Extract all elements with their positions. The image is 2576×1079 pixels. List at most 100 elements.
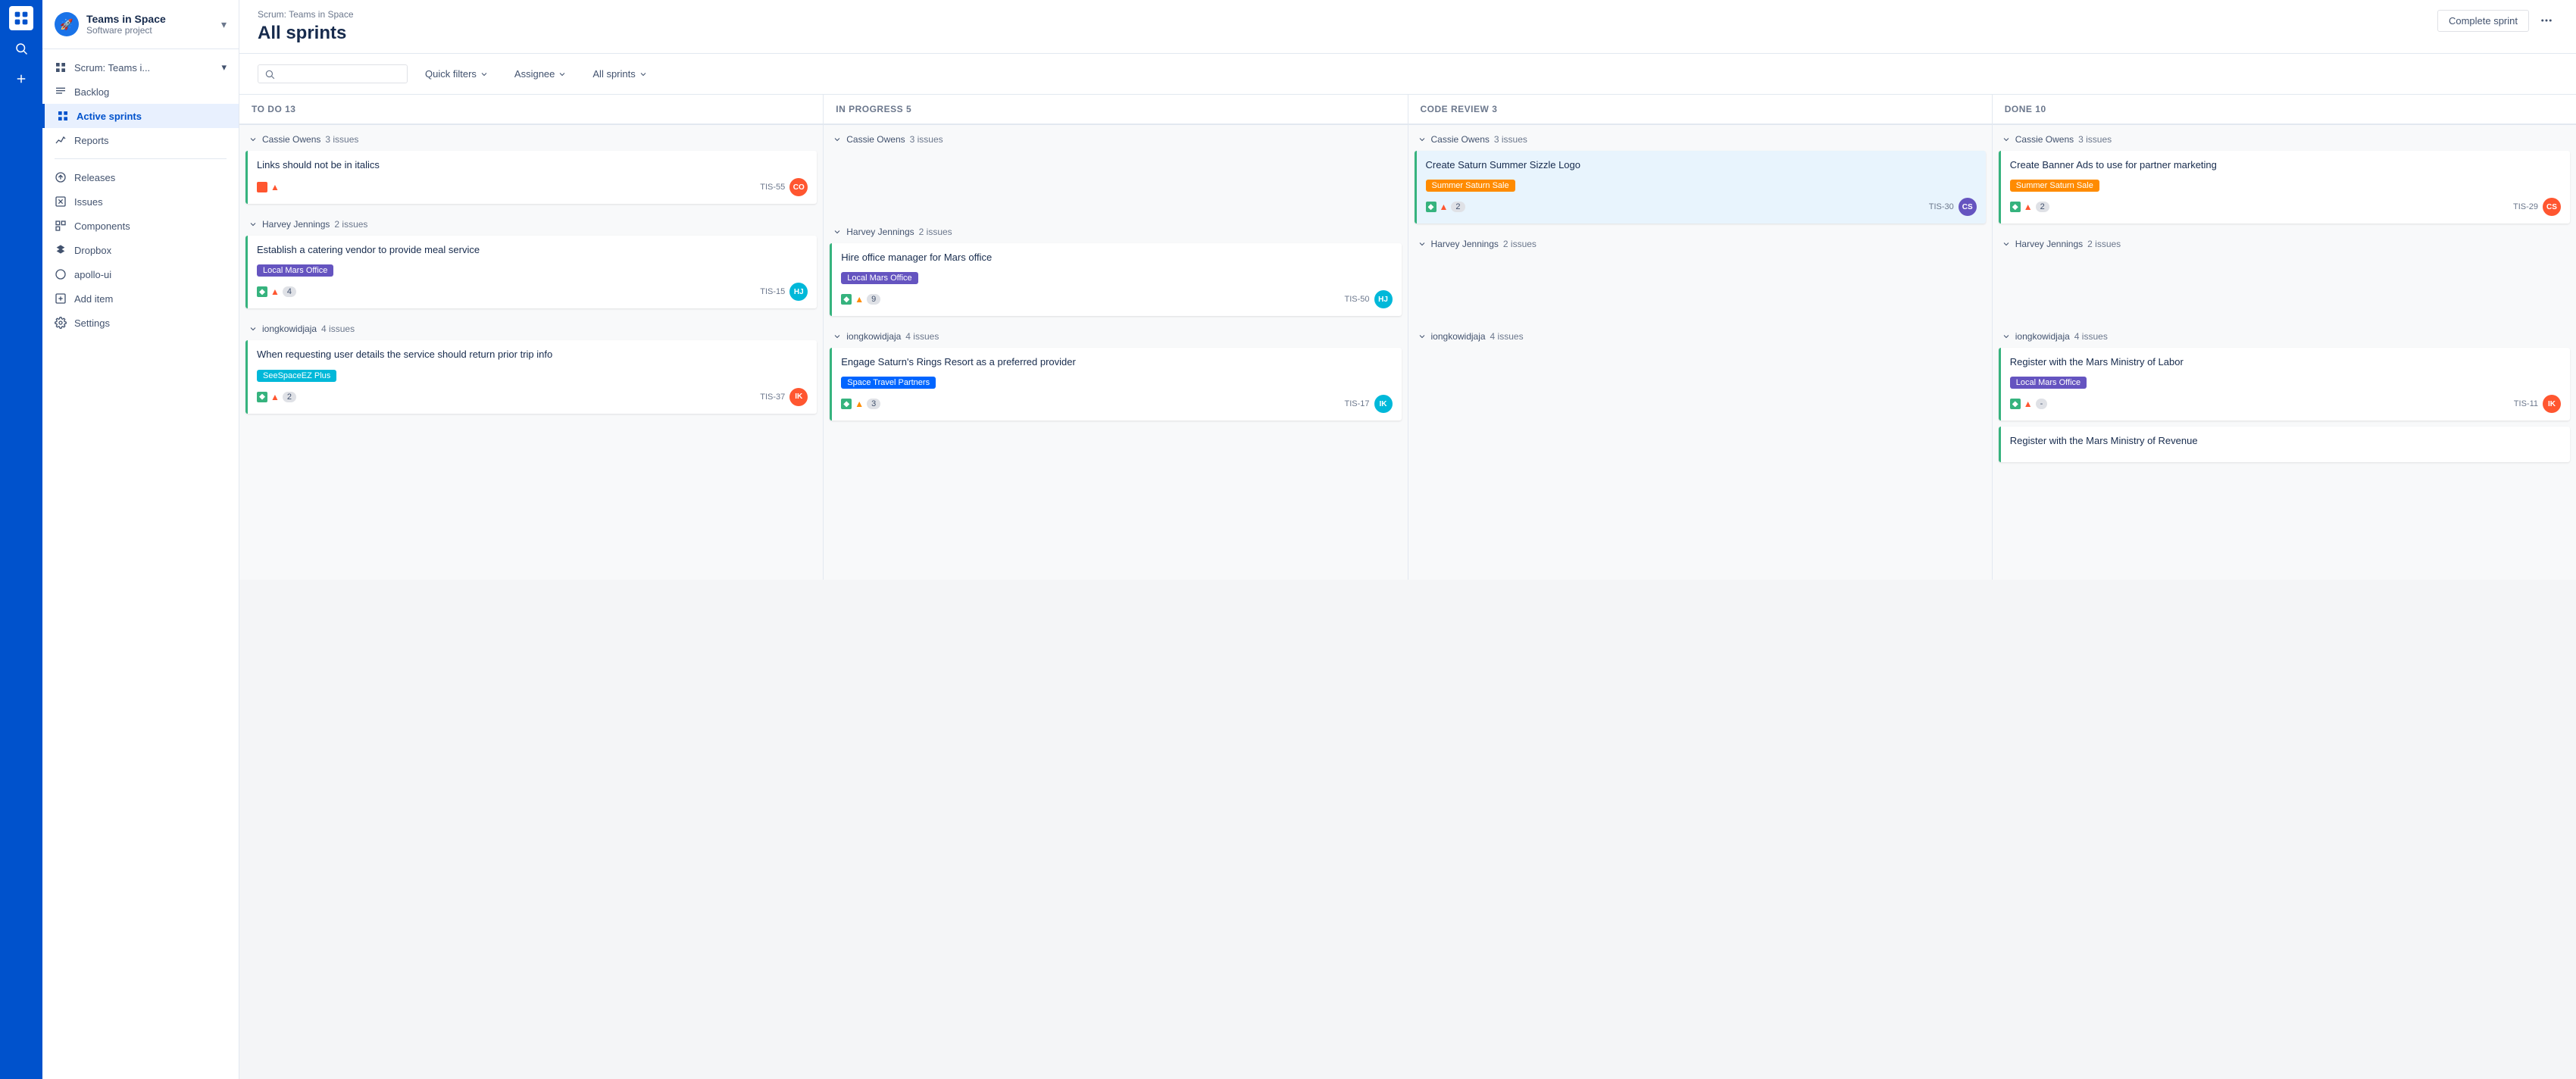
group-harvey-done: Harvey Jennings 2 issues [1999,236,2570,316]
priority-tis15: ▲ [270,286,280,297]
col-header-todo: TO DO 13 [239,95,824,124]
card-tis37-icons: ▲ 2 [257,392,755,402]
group-harvey-codereview: Harvey Jennings 2 issues [1415,236,1986,316]
priority-tis17: ▲ [855,399,864,409]
count-tis37: 2 [283,392,296,402]
col-codereview: Cassie Owens 3 issues Create Saturn Summ… [1408,125,1993,580]
sidebar-item-reports[interactable]: Reports [42,128,239,152]
sidebar-item-releases[interactable]: Releases [42,165,239,189]
assignee-iong-inprogress-row[interactable]: iongkowidjaja 4 issues [830,328,1401,348]
add-icon[interactable] [9,67,33,91]
search-icon[interactable] [9,36,33,61]
assignee-button[interactable]: Assignee [506,63,575,85]
card-tis30-tag: Summer Saturn Sale [1426,180,1515,192]
project-logo: 🚀 [55,12,79,36]
breadcrumb: Scrum: Teams in Space [258,9,354,20]
group-chevron-harvey-ip [833,227,842,236]
card-tis15-tag: Local Mars Office [257,264,333,277]
iong-cr-count: 4 issues [1490,331,1524,342]
card-tis15-icons: ▲ 4 [257,286,755,297]
card-tis29-id: TIS-29 [2513,202,2538,211]
group-chevron-harvey [249,220,258,229]
count-tis15: 4 [283,286,296,297]
cassie-done-count: 3 issues [2078,134,2112,145]
complete-sprint-button[interactable]: Complete sprint [2437,10,2529,32]
count-tis17: 3 [867,399,880,409]
group-cassie-done: Cassie Owens 3 issues Create Banner Ads … [1999,131,2570,224]
avatar-tis30: CS [1959,198,1977,216]
main-content: Scrum: Teams in Space All sprints Comple… [239,0,2576,1079]
harvey-inprogress-count: 2 issues [919,227,952,237]
sidebar-item-scrum[interactable]: Scrum: Teams i... ▾ [42,55,239,80]
harvey-inprogress-name: Harvey Jennings [846,227,914,237]
assignee-harvey-inprogress-row[interactable]: Harvey Jennings 2 issues [830,224,1401,243]
cassie-inprogress-count: 3 issues [910,134,943,145]
assignee-harvey-row[interactable]: Harvey Jennings 2 issues [245,216,817,236]
card-tis17-icons: ▲ 3 [841,399,1340,409]
card-tis11: Register with the Mars Ministry of Labor… [1999,348,2570,421]
count-tis30: 2 [1451,202,1465,212]
sidebar-item-components[interactable]: Components [42,214,239,238]
group-cassie-codereview: Cassie Owens 3 issues Create Saturn Summ… [1415,131,1986,224]
harvey-cr-name: Harvey Jennings [1431,239,1499,249]
sidebar-divider [55,158,227,159]
all-sprints-button[interactable]: All sprints [584,63,655,85]
iong-cr-empty [1415,348,1986,408]
assignee-cassie-codereview-row[interactable]: Cassie Owens 3 issues [1415,131,1986,151]
assignee-iong-cr-row[interactable]: iongkowidjaja 4 issues [1415,328,1986,348]
sidebar-item-apollo[interactable]: apollo-ui [42,262,239,286]
assignee-cassie-inprogress-row[interactable]: Cassie Owens 3 issues [830,131,1401,151]
cassie-done-name: Cassie Owens [2015,134,2074,145]
col-todo: Cassie Owens 3 issues Links should not b… [239,125,824,580]
sidebar-item-active-sprints[interactable]: Active sprints [42,104,239,128]
board-area: TO DO 13 IN PROGRESS 5 CODE REVIEW 3 DON… [239,95,2576,1079]
card-tis11-id: TIS-11 [2514,399,2538,408]
cassie-inprogress-empty [830,151,1401,211]
group-chevron-cassie-cr [1418,135,1427,144]
story-icon-tis11 [2010,399,2021,409]
sidebar-item-backlog[interactable]: Backlog [42,80,239,104]
more-options-button[interactable] [2535,9,2558,32]
card-tis50-tag: Local Mars Office [841,272,918,284]
assignee-iong-row[interactable]: iongkowidjaja 4 issues [245,321,817,340]
search-input[interactable] [280,68,401,80]
harvey-cr-empty [1415,255,1986,316]
card-tis15: Establish a catering vendor to provide m… [245,236,817,308]
card-tis37-tag: SeeSpaceEZ Plus [257,370,336,382]
assignee-harvey-done-row[interactable]: Harvey Jennings 2 issues [1999,236,2570,255]
app-logo[interactable] [9,6,33,30]
group-harvey-todo: Harvey Jennings 2 issues Establish a cat… [245,216,817,308]
quick-filters-button[interactable]: Quick filters [417,63,497,85]
group-iong-inprogress: iongkowidjaja 4 issues Engage Saturn's R… [830,328,1401,421]
sidebar-dropbox-label: Dropbox [74,245,111,256]
sidebar-add-label: Add item [74,293,113,305]
avatar-tis15: HJ [789,283,808,301]
priority-tis11: ▲ [2024,399,2033,409]
sidebar-chevron-icon[interactable]: ▾ [221,18,227,31]
count-tis29: 2 [2036,202,2049,212]
story-icon-tis30 [1426,202,1436,212]
cassie-cr-name: Cassie Owens [1431,134,1490,145]
card-tis29-tag: Summer Saturn Sale [2010,180,2099,192]
sidebar-item-issues[interactable]: Issues [42,189,239,214]
card-tis17-tag: Space Travel Partners [841,377,936,389]
group-harvey-inprogress: Harvey Jennings 2 issues Hire office man… [830,224,1401,316]
assignee-cassie-row[interactable]: Cassie Owens 3 issues [245,131,817,151]
card-tis17: Engage Saturn's Rings Resort as a prefer… [830,348,1401,421]
card-tis55: Links should not be in italics ▲ TIS-55 … [245,151,817,204]
sidebar-components-label: Components [74,220,130,232]
assignee-harvey-cr-row[interactable]: Harvey Jennings 2 issues [1415,236,1986,255]
count-tis11: - [2036,399,2048,409]
sidebar-item-add[interactable]: Add item [42,286,239,311]
group-cassie-todo: Cassie Owens 3 issues Links should not b… [245,131,817,204]
assignee-cassie-done-row[interactable]: Cassie Owens 3 issues [1999,131,2570,151]
sidebar-item-dropbox[interactable]: Dropbox [42,238,239,262]
card-tis29-icons: ▲ 2 [2010,202,2509,212]
assignee-iong-done-row[interactable]: iongkowidjaja 4 issues [1999,328,2570,348]
iong-issue-count: 4 issues [321,324,355,334]
search-input-wrap[interactable] [258,64,408,83]
card-tis30-id: TIS-30 [1929,202,1954,211]
col-inprogress: Cassie Owens 3 issues Harvey Jennings 2 … [824,125,1408,580]
sidebar-item-settings[interactable]: Settings [42,311,239,335]
avatar-tis55: CO [789,178,808,196]
